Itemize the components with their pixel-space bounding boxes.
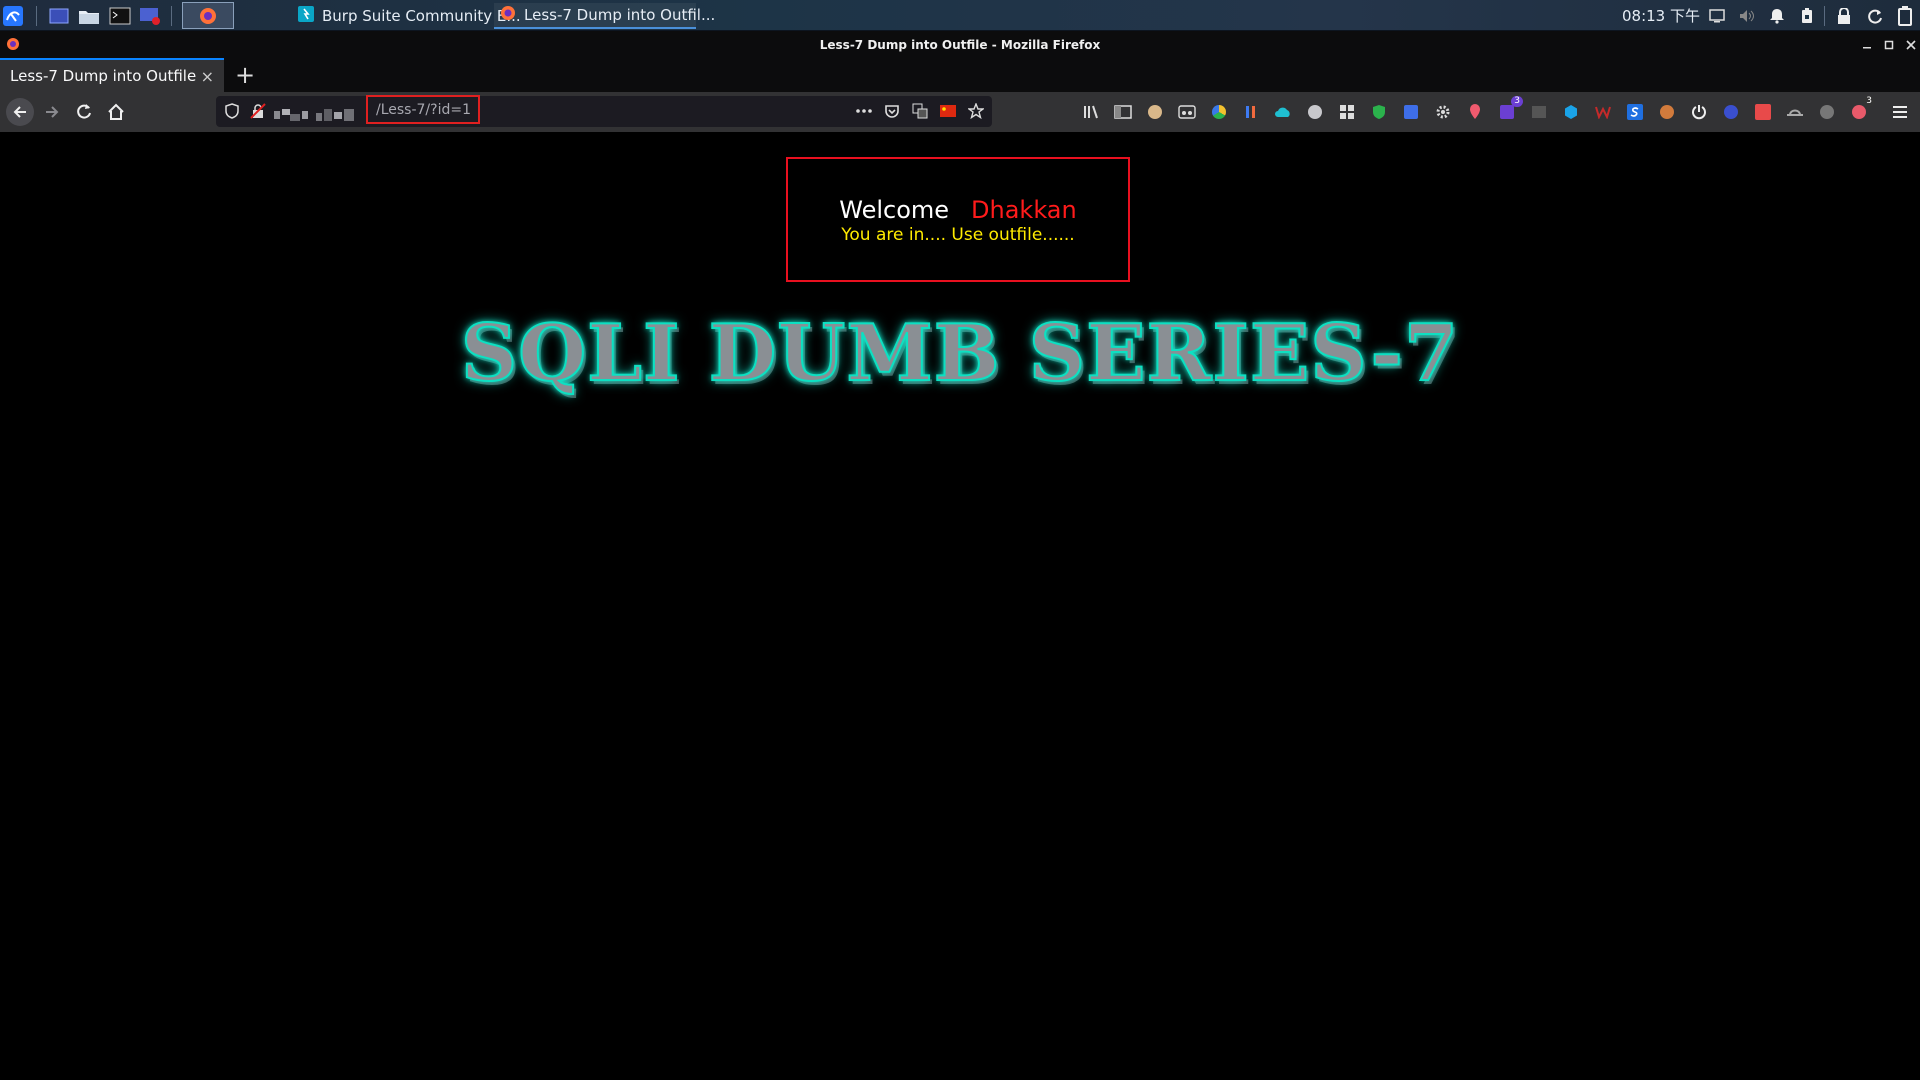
page-actions-icon[interactable] <box>854 101 874 121</box>
window-titlebar: Less-7 Dump into Outfile - Mozilla Firef… <box>0 31 1920 58</box>
gear-extension-icon[interactable] <box>1433 102 1453 122</box>
window-title: Less-7 Dump into Outfile - Mozilla Firef… <box>819 37 1101 52</box>
burp-suite-icon <box>298 6 314 26</box>
translate-extension-icon[interactable] <box>1401 102 1421 122</box>
welcome-text: Welcome <box>839 196 950 224</box>
moon-extension-icon[interactable] <box>1721 102 1741 122</box>
desktop-button[interactable] <box>48 0 70 31</box>
kali-menu-button[interactable] <box>2 0 24 31</box>
s-extension-icon[interactable] <box>1625 102 1645 122</box>
new-tab-button[interactable]: + <box>230 60 260 90</box>
task-label: Less-7 Dump into Outfil... <box>524 6 716 24</box>
power-icon[interactable] <box>1689 102 1709 122</box>
url-path-highlight[interactable]: /Less-7/?id=1 <box>366 95 480 124</box>
notification-bell-icon[interactable] <box>1764 0 1790 31</box>
insecure-connection-icon[interactable] <box>248 101 268 121</box>
home-button[interactable] <box>102 98 130 126</box>
wappalyzer-icon[interactable] <box>1209 102 1229 122</box>
redacted-host <box>274 106 360 121</box>
folder-icon <box>78 5 100 27</box>
url-bar[interactable]: /Less-7/?id=1 <box>216 95 992 127</box>
battery-icon[interactable] <box>1892 0 1918 31</box>
flower-extension-icon[interactable]: 3 <box>1849 96 1875 122</box>
screen-recorder-button[interactable] <box>139 0 161 31</box>
location-pin-icon[interactable] <box>1465 102 1485 122</box>
lock-screen-icon[interactable] <box>1831 0 1857 31</box>
volume-icon[interactable] <box>1734 0 1760 31</box>
result-message: You are in.... Use outfile...... <box>841 225 1075 245</box>
globe-extension-icon[interactable] <box>1305 102 1325 122</box>
tab-less7[interactable]: Less-7 Dump into Outfile × <box>0 58 224 92</box>
shield-check-icon[interactable] <box>1369 102 1389 122</box>
panel-extension-icon[interactable] <box>1529 102 1549 122</box>
firefox-icon <box>500 5 516 25</box>
task-label: Burp Suite Community E... <box>322 7 521 25</box>
palette-extension-icon[interactable] <box>1657 102 1677 122</box>
maximize-button[interactable] <box>1878 31 1900 58</box>
library-icon[interactable] <box>1082 102 1102 122</box>
clock[interactable]: 08:13 下午 <box>1622 0 1700 31</box>
back-button[interactable] <box>6 98 34 126</box>
page-content: Welcome Dhakkan You are in.... Use outfil… <box>0 132 1920 1080</box>
sqli-series-banner: SQLI DUMB SERIES-7 <box>460 307 1460 400</box>
translate-icon[interactable] <box>910 101 930 121</box>
close-window-button[interactable] <box>1900 31 1920 58</box>
red-square-extension-icon[interactable] <box>1753 102 1773 122</box>
kali-dragon-icon <box>2 5 24 27</box>
hexagon-extension-icon[interactable] <box>1561 102 1581 122</box>
tab-strip: Less-7 Dump into Outfile × + <box>0 58 1920 92</box>
task-firefox-less7[interactable]: Less-7 Dump into Outfil... <box>494 3 715 29</box>
hackbar-icon[interactable] <box>1241 102 1261 122</box>
screen-record-icon <box>139 5 161 27</box>
sidebar-icon[interactable] <box>1113 102 1133 122</box>
cookie-extension-icon[interactable] <box>1145 102 1165 122</box>
display-tray-icon[interactable] <box>1704 0 1730 31</box>
extension-badge: 3 <box>1863 96 1875 107</box>
hat-extension-icon[interactable] <box>1785 102 1805 122</box>
refresh-session-icon[interactable] <box>1862 0 1888 31</box>
welcome-name: Dhakkan <box>971 196 1077 224</box>
china-flag-icon[interactable] <box>938 101 958 121</box>
terminal-button[interactable] <box>109 0 131 31</box>
firefox-icon <box>197 5 219 27</box>
navigation-toolbar: /Less-7/?id=1 3 3 <box>0 92 1920 132</box>
tab-title: Less-7 Dump into Outfile <box>10 67 197 85</box>
url-path-text: /Less-7/?id=1 <box>376 101 471 118</box>
file-manager-button[interactable] <box>78 0 100 31</box>
os-taskbar: Burp Suite Community E... Less-7 Dump in… <box>0 0 1920 31</box>
puzzle-extension-icon[interactable] <box>1817 102 1837 122</box>
pocket-icon[interactable] <box>882 101 902 121</box>
w-extension-icon[interactable] <box>1593 102 1613 122</box>
task-burp-suite[interactable]: Burp Suite Community E... <box>292 3 521 29</box>
terminal-icon <box>109 5 131 27</box>
welcome-line: Welcome Dhakkan <box>788 196 1128 224</box>
hamburger-menu-icon[interactable] <box>1890 102 1910 122</box>
desktop-icon <box>48 5 70 27</box>
glasses-extension-icon[interactable] <box>1177 102 1197 122</box>
grid-extension-icon[interactable] <box>1337 102 1357 122</box>
firefox-launcher-button[interactable] <box>182 2 234 29</box>
minimize-button[interactable] <box>1856 31 1878 58</box>
reload-button[interactable] <box>70 98 98 126</box>
layers-extension-icon[interactable]: 3 <box>1497 96 1523 122</box>
bookmark-star-icon[interactable] <box>966 101 986 121</box>
firefox-icon <box>6 37 20 54</box>
extension-badge: 3 <box>1511 96 1523 107</box>
tab-close-icon[interactable]: × <box>201 67 214 86</box>
forward-button[interactable] <box>38 98 66 126</box>
tracking-shield-icon[interactable] <box>222 101 242 121</box>
cloud-extension-icon[interactable] <box>1273 102 1293 122</box>
clipboard-icon[interactable] <box>1794 0 1820 31</box>
welcome-box: Welcome Dhakkan You are in.... Use outfil… <box>786 157 1130 282</box>
